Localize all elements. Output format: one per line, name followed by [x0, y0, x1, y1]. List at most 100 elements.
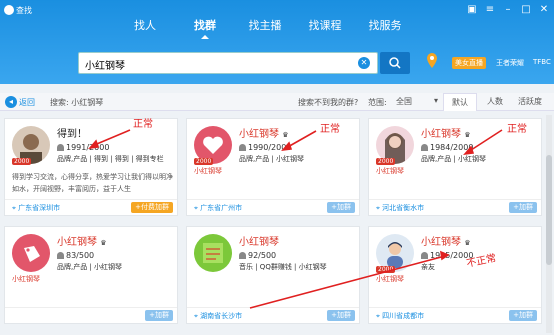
join-group-button[interactable]: +加群	[327, 202, 355, 213]
location-text: 广东省广州市	[200, 204, 243, 212]
group-description: 得到学习交流，心得分享，热爱学习让我们得以明净如水，开阔视野，丰富阅历，益于人生	[12, 173, 173, 193]
member-count-text: 1990/2000	[248, 143, 292, 152]
member-count-text: 83/500	[66, 251, 95, 260]
sort-default-tab[interactable]: 默认	[443, 93, 477, 111]
tab-bar: 找人 找群 找主播 找课程 找服务	[115, 15, 415, 39]
maximize-icon[interactable]: □	[520, 4, 532, 16]
minimize-icon[interactable]: –	[502, 4, 514, 16]
join-group-button[interactable]: +加群	[509, 202, 537, 213]
search-icon	[389, 57, 401, 69]
crown-icon: ♛	[464, 239, 471, 247]
hot-link-honor-of-kings[interactable]: 王者荣耀	[496, 58, 524, 68]
group-name-text: 小红钢琴	[421, 129, 461, 140]
group-location: ⌖ 广东省广州市	[194, 204, 243, 212]
header: 查找 ▣ ≡ – □ ✕ 找人 找群 找主播 找课程 找服务 ✕ 美女直播 王者…	[0, 0, 554, 84]
group-name[interactable]: 小红钢琴 ♛	[239, 125, 288, 140]
group-card[interactable]: 小红钢琴 92/500 音乐 | QQ群赚钱 | 小红钢琴 ⌖ 湖南省长沙市 +…	[186, 226, 360, 324]
crown-icon: ♛	[100, 239, 107, 247]
card-footer: ⌖ 四川省成都市 +加群	[369, 307, 541, 323]
group-tags: 品牌,产品 | 小红钢琴	[57, 263, 123, 271]
clear-icon[interactable]: ✕	[358, 57, 370, 69]
range-select[interactable]: 全国	[396, 96, 438, 108]
group-avatar	[194, 234, 232, 272]
search-breadcrumb: 搜索: 小红钢琴	[50, 98, 104, 107]
group-tags: 品牌,产品 | 得到 | 得到 | 得到专栏	[57, 155, 164, 163]
card-footer: ⌖ 湖南省长沙市 +加群	[187, 307, 359, 323]
card-footer: +加群	[5, 307, 177, 323]
group-name-text: 小红钢琴	[57, 237, 97, 248]
group-name[interactable]: 小红钢琴 ♛	[57, 233, 106, 248]
group-card[interactable]: 小红钢琴 小红钢琴 ♛ 83/500 品牌,产品 | 小红钢琴 +加群	[4, 226, 178, 324]
location-text: 广东省深圳市	[18, 204, 61, 212]
capacity-badge: 2000	[12, 158, 32, 165]
search-input[interactable]	[85, 57, 345, 71]
capacity-badge: 2000	[376, 158, 396, 165]
member-icon	[57, 252, 64, 259]
group-name-text: 小红钢琴	[239, 237, 279, 248]
paid-join-button[interactable]: +付费加群	[131, 202, 173, 213]
member-count-text: 1984/2000	[430, 143, 474, 152]
member-icon	[421, 144, 428, 151]
annotation-normal: 正常	[320, 124, 340, 135]
group-tags: 音乐 | QQ群赚钱 | 小红钢琴	[239, 263, 327, 271]
avatar-caption: 小红钢琴	[194, 167, 222, 175]
app-logo-icon	[4, 5, 14, 15]
toolbar: ◂ 返回 搜索: 小红钢琴 搜索不到我的群? 范围: 全国 默认 人数 活跃度	[0, 93, 554, 111]
card-footer: ⌖ 广东省广州市 +加群	[187, 199, 359, 215]
crown-icon: ♛	[282, 131, 289, 139]
join-group-button[interactable]: +加群	[145, 310, 173, 321]
annotation-normal: 正常	[133, 119, 153, 130]
group-name[interactable]: 小红钢琴 ♛	[421, 125, 470, 140]
join-group-button[interactable]: +加群	[509, 310, 537, 321]
tab-find-courses[interactable]: 找课程	[295, 15, 355, 37]
group-tags: 品牌,产品 | 小红钢琴	[239, 155, 305, 163]
member-count: 92/500	[239, 251, 276, 260]
tab-find-streamers[interactable]: 找主播	[235, 15, 295, 37]
back-arrow-icon[interactable]: ◂	[5, 96, 17, 108]
group-card[interactable]: 2000 得到！ 1991/2000 品牌,产品 | 得到 | 得到 | 得到专…	[4, 118, 178, 216]
back-link[interactable]: 返回	[19, 97, 35, 108]
group-name-text: 小红钢琴	[421, 237, 461, 248]
group-name[interactable]: 小红钢琴	[239, 233, 279, 248]
location-pin-icon[interactable]	[424, 52, 440, 70]
member-count: 1984/2000	[421, 143, 473, 152]
group-name-text: 小红钢琴	[239, 129, 279, 140]
group-card[interactable]: 2000 小红钢琴 小红钢琴 ♛ 1995/2000 亲友 ⌖ 四川省成都市 +…	[368, 226, 542, 324]
location-text: 河北省衡水市	[382, 204, 425, 212]
card-footer: ⌖ 广东省深圳市 +付费加群	[5, 199, 177, 215]
tab-find-people[interactable]: 找人	[115, 15, 175, 37]
hot-link-tfbc[interactable]: TFBC	[533, 58, 551, 66]
location-text: 湖南省长沙市	[200, 312, 243, 320]
tab-find-groups[interactable]: 找群	[175, 15, 235, 39]
crown-icon: ♛	[464, 131, 471, 139]
not-found-link[interactable]: 搜索不到我的群?	[298, 97, 358, 108]
avatar-caption: 小红钢琴	[376, 275, 404, 283]
live-stream-badge[interactable]: 美女直播	[452, 57, 486, 69]
scrollbar[interactable]	[546, 115, 552, 333]
sort-activity-tab[interactable]: 活跃度	[513, 93, 547, 111]
location-text: 四川省成都市	[382, 312, 425, 320]
capacity-badge: 2000	[194, 158, 214, 165]
group-location: ⌖ 湖南省长沙市	[194, 312, 243, 320]
close-icon[interactable]: ✕	[538, 4, 550, 16]
member-icon	[239, 252, 246, 259]
search-button[interactable]	[380, 52, 410, 74]
member-icon	[57, 144, 64, 151]
join-group-button[interactable]: +加群	[327, 310, 355, 321]
group-tags: 品牌,产品 | 小红钢琴	[421, 155, 487, 163]
member-count: 1991/2000	[57, 143, 109, 152]
group-name[interactable]: 得到！	[57, 125, 87, 140]
capacity-badge: 2000	[376, 266, 396, 273]
group-tags: 亲友	[421, 263, 435, 271]
member-count-text: 1991/2000	[66, 143, 110, 152]
menu-icon[interactable]: ≡	[484, 4, 496, 16]
member-count-text: 92/500	[248, 251, 277, 260]
window-controls: ▣ ≡ – □ ✕	[466, 4, 550, 16]
range-label: 范围:	[368, 98, 387, 107]
group-name[interactable]: 小红钢琴 ♛	[421, 233, 470, 248]
tab-find-services[interactable]: 找服务	[355, 15, 415, 37]
skin-icon[interactable]: ▣	[466, 4, 478, 16]
member-icon	[421, 252, 428, 259]
scrollbar-thumb[interactable]	[546, 155, 552, 265]
sort-members-tab[interactable]: 人数	[478, 93, 512, 111]
